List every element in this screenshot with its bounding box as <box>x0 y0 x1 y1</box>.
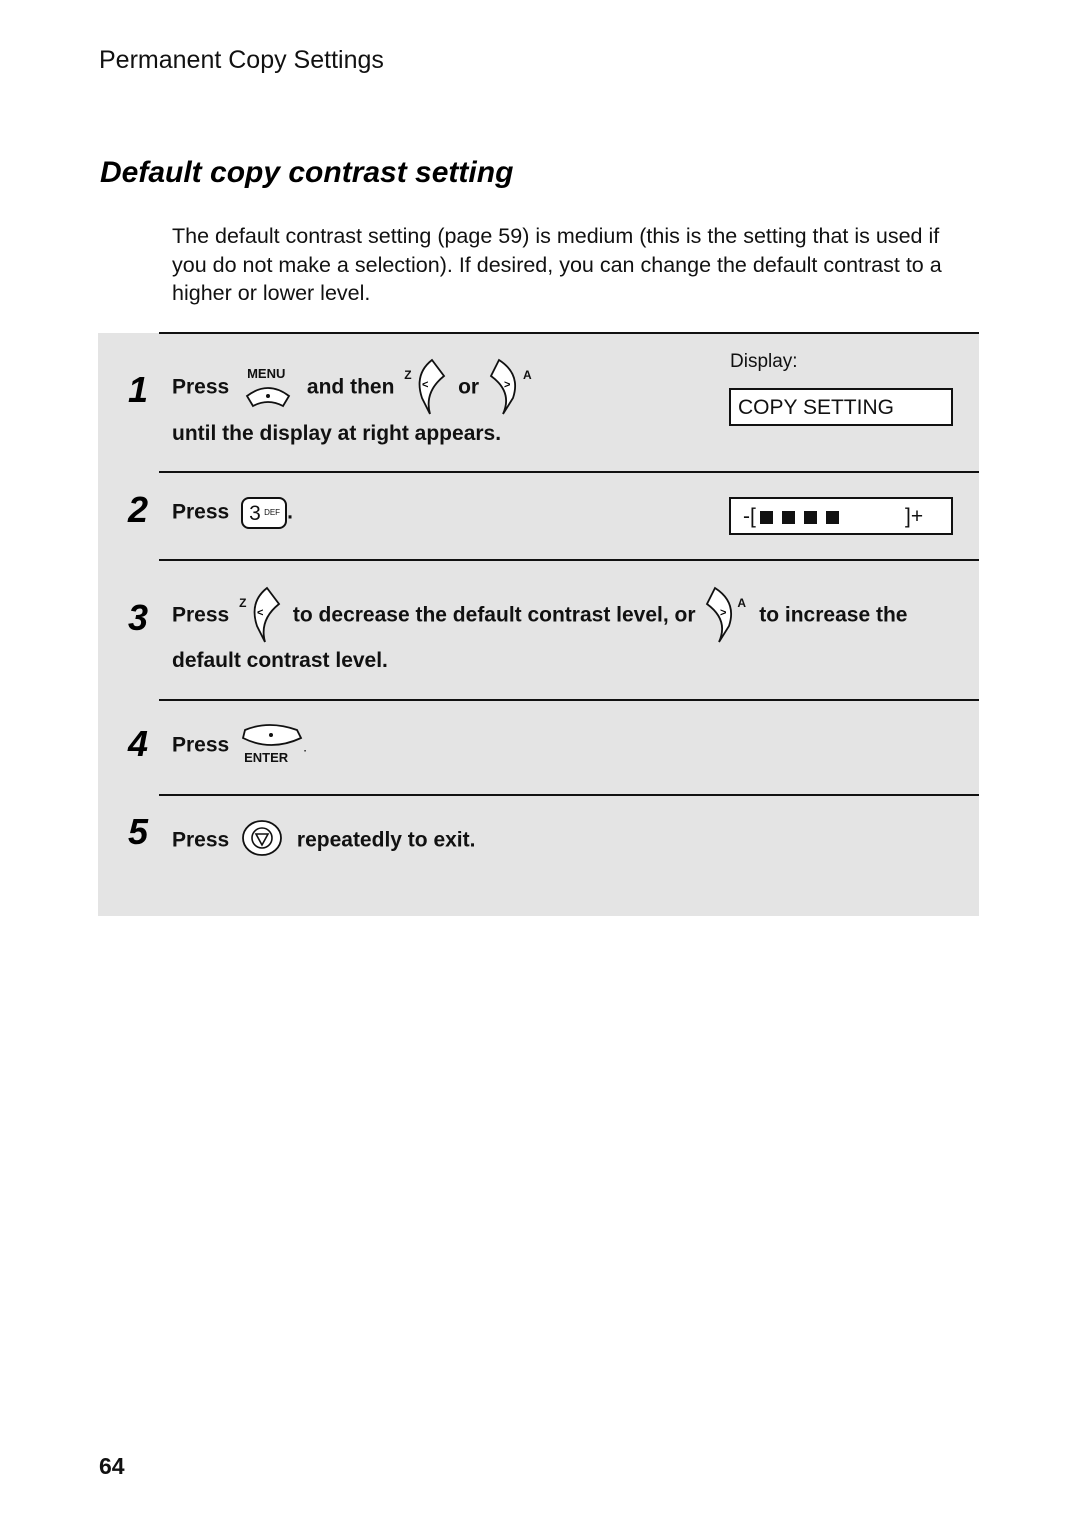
press-label: Press <box>172 603 230 627</box>
a-letter: A <box>737 596 747 610</box>
a-letter: A <box>522 368 532 382</box>
svg-text:>: > <box>504 379 510 391</box>
lcd-display-copy-setting: COPY SETTING <box>729 388 953 426</box>
step-number: 5 <box>128 811 149 852</box>
contrast-level-block <box>781 510 795 524</box>
divider <box>159 332 979 334</box>
divider <box>159 559 979 561</box>
press-label: Press <box>172 828 230 852</box>
contrast-level-block <box>825 510 839 524</box>
press-label: Press <box>172 500 230 524</box>
lcd-minus-bracket: -[ <box>743 505 756 528</box>
or-label: or <box>458 375 480 399</box>
right-arrow-key-icon: > A <box>489 358 533 418</box>
divider <box>159 471 979 473</box>
svg-text:<: < <box>422 379 428 391</box>
key-digit: 3 <box>249 502 261 525</box>
step-3-line-1: Press Z < to decrease the default contra… <box>172 586 907 646</box>
step-4-line: Press ENTER . <box>172 724 307 768</box>
contrast-level-bar <box>759 505 848 528</box>
divider <box>159 794 979 796</box>
step-1-line-2: until the display at right appears. <box>172 422 502 445</box>
stop-key-icon <box>241 818 283 864</box>
step-number: 1 <box>128 369 149 410</box>
press-label: Press <box>172 733 230 757</box>
enter-key-label: ENTER <box>244 750 289 765</box>
step-number: 4 <box>128 723 149 764</box>
key-letters: DEF <box>264 508 281 517</box>
press-label: Press <box>172 375 230 399</box>
left-arrow-key-icon: Z < <box>404 358 448 418</box>
svg-text:<: < <box>257 607 263 619</box>
contrast-level-block <box>803 510 817 524</box>
increase-text: to increase the <box>759 603 908 627</box>
svg-text:>: > <box>720 607 726 619</box>
menu-key-icon: MENU <box>239 366 297 410</box>
step-number: 2 <box>128 489 149 530</box>
period: . <box>287 500 293 524</box>
key-3-def-icon: 3 DEF <box>241 497 288 529</box>
section-title: Default copy contrast setting <box>100 156 514 189</box>
right-arrow-key-icon: > A <box>705 586 749 646</box>
decrease-text: to decrease the default contrast level, … <box>292 603 696 627</box>
left-arrow-key-icon: Z < <box>239 586 283 646</box>
lcd-text: COPY SETTING <box>738 396 894 419</box>
step-2-line: Press 3 DEF . <box>172 497 293 529</box>
exit-text: repeatedly to exit. <box>296 828 476 852</box>
divider <box>159 699 979 701</box>
contrast-level-block <box>759 510 773 524</box>
and-then-label: and then <box>306 375 395 399</box>
step-5-line: Press repeatedly to exit. <box>172 818 475 864</box>
running-head: Permanent Copy Settings <box>99 46 384 74</box>
page-number: 64 <box>99 1453 125 1479</box>
step-number: 3 <box>128 597 149 638</box>
lcd-plus-bracket: ]+ <box>905 505 924 528</box>
steps-panel: 1 Press MENU and then Z < or > A until t… <box>98 332 979 916</box>
intro-paragraph: The default contrast setting (page 59) i… <box>172 224 942 305</box>
enter-key-icon: ENTER <box>241 724 303 768</box>
display-label: Display: <box>730 351 798 372</box>
period: . <box>303 738 307 755</box>
step-1-line-1: Press MENU and then Z < or > A <box>172 358 537 418</box>
lcd-display-contrast: -[ ]+ <box>729 497 953 535</box>
step-3-line-2: default contrast level. <box>172 649 388 672</box>
